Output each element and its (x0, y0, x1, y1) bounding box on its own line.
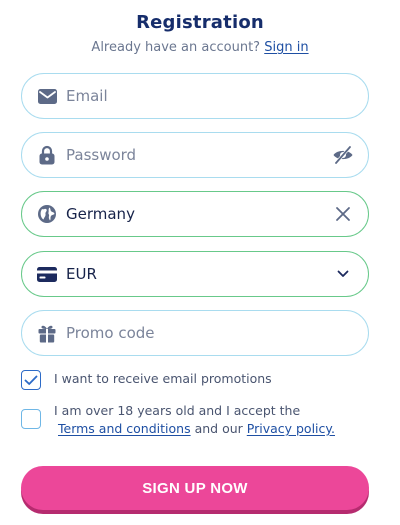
eye-slash-icon[interactable] (332, 144, 354, 166)
signin-link[interactable]: Sign in (264, 40, 308, 55)
page-title: Registration (136, 12, 264, 33)
lock-icon (36, 144, 58, 166)
sign-up-button[interactable]: SIGN UP NOW (21, 466, 369, 510)
email-input[interactable] (66, 87, 354, 105)
terms-checkbox[interactable] (21, 409, 41, 429)
terms-label-middle: and our (194, 421, 243, 436)
signin-prompt-text: Already have an account? (91, 40, 261, 55)
chevron-down-icon[interactable] (332, 263, 354, 285)
close-icon[interactable] (332, 203, 354, 225)
signin-prompt: Already have an account? Sign in (0, 40, 400, 55)
password-input[interactable] (66, 146, 332, 164)
terms-label-prefix: I am over 18 years old and I accept the (54, 403, 301, 418)
check-icon (24, 375, 38, 385)
promo-field-wrapper[interactable] (21, 310, 369, 356)
currency-value: EUR (66, 265, 97, 283)
password-field-wrapper[interactable] (21, 132, 369, 178)
terms-consent: I am over 18 years old and I accept the … (21, 402, 335, 438)
card-icon (36, 263, 58, 285)
country-value: Germany (66, 205, 135, 223)
gift-icon (36, 322, 58, 344)
promo-code-input[interactable] (66, 324, 354, 342)
envelope-icon (36, 85, 58, 107)
country-field[interactable]: Germany (21, 191, 369, 237)
promotions-checkbox[interactable] (21, 370, 41, 390)
email-field-wrapper[interactable] (21, 73, 369, 119)
globe-icon (36, 203, 58, 225)
promotions-label: I want to receive email promotions (54, 371, 272, 386)
promotions-consent: I want to receive email promotions (21, 370, 272, 390)
terms-link[interactable]: Terms and conditions (58, 421, 191, 436)
terms-label: I am over 18 years old and I accept the … (54, 402, 335, 438)
currency-select[interactable]: EUR (21, 251, 369, 297)
registration-header: Registration Already have an account? Si… (0, 12, 400, 55)
privacy-policy-link[interactable]: Privacy policy. (247, 421, 335, 436)
